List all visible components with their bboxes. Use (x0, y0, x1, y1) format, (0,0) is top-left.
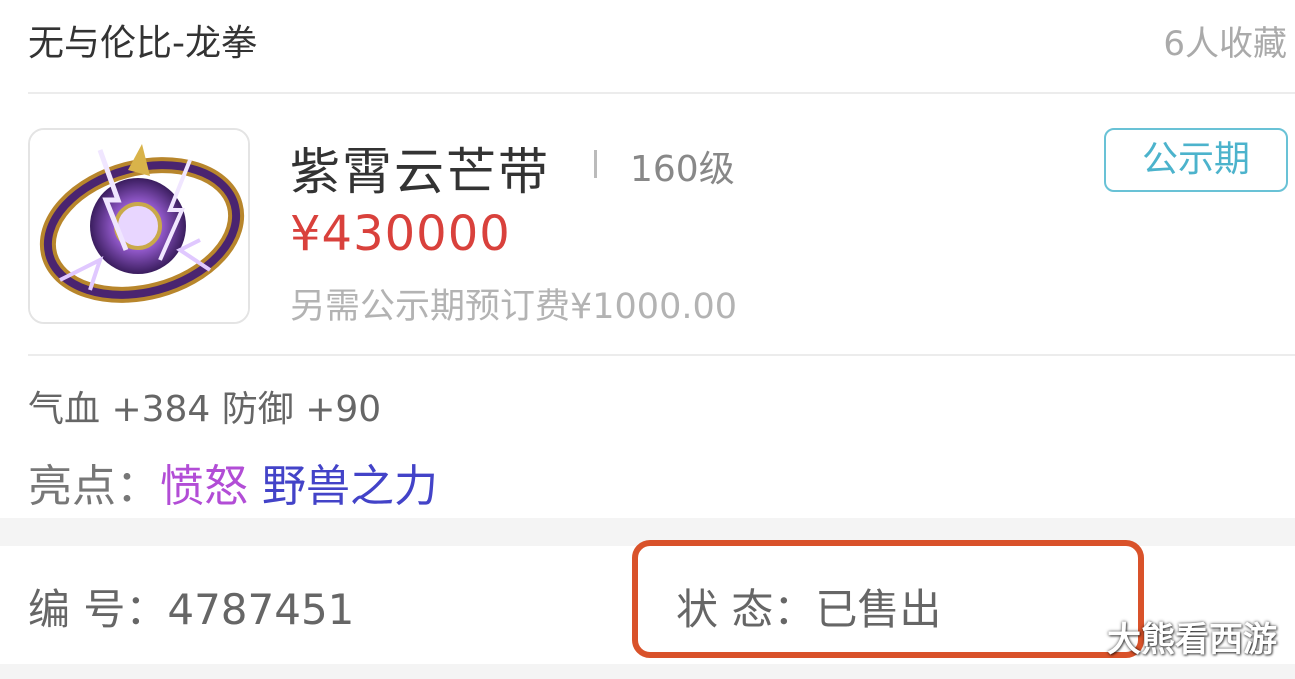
reservation-fee: 另需公示期预订费¥1000.00 (290, 287, 738, 327)
separator (594, 150, 597, 178)
status-badge: 公示期 (1104, 128, 1288, 192)
item-stats: 气血 +384 防御 +90 (28, 389, 382, 430)
highlights-label: 亮点： (28, 461, 160, 512)
section-gap (0, 664, 1295, 679)
favorite-count[interactable]: 6人收藏 (1163, 16, 1287, 65)
divider (28, 354, 1295, 356)
server-name: 无与伦比-龙拳 (28, 23, 257, 64)
purple-thunder-belt-icon (30, 130, 248, 322)
highlight-tag: 野兽之力 (262, 461, 438, 512)
highlights-row: 亮点：愤怒 野兽之力 (28, 450, 438, 514)
annotation-box (632, 540, 1144, 658)
highlight-tag: 愤怒 (160, 461, 248, 512)
item-level: 160级 (630, 149, 735, 190)
listing-header: 无与伦比-龙拳 6人收藏 (0, 0, 1295, 92)
watermark: 大熊看西游 (1107, 620, 1277, 660)
price: ¥430000 (290, 206, 511, 262)
divider (28, 92, 1295, 94)
serial-number: 编 号：4787451 (28, 585, 355, 634)
item-name: 紫霄云芒带 (290, 143, 550, 201)
equipment-icon[interactable] (28, 128, 250, 324)
